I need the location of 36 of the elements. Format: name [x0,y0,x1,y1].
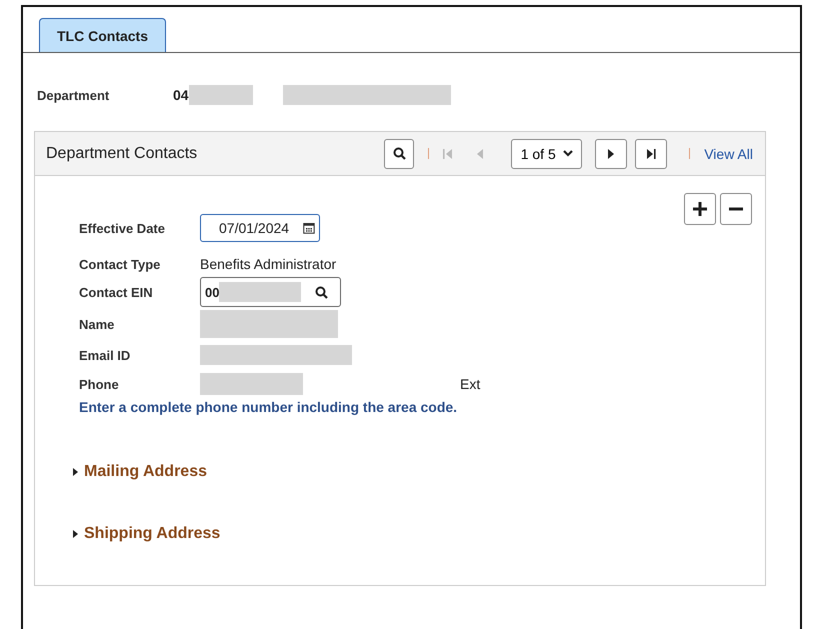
search-icon [315,286,328,298]
separator [689,148,690,159]
redacted-block [188,85,253,105]
lookup-field[interactable]: 00 [200,277,341,307]
field-label: Ext [460,376,480,392]
group-title: Department Contacts [46,144,198,162]
date-field[interactable]: 07/01/2024 [200,214,320,242]
section-link[interactable]: Mailing Address [84,463,207,481]
last-page-icon [646,148,656,160]
field-value: 04 [173,87,189,103]
next-icon [606,148,616,160]
field-label: Phone [79,376,120,392]
section-link[interactable]: Shipping Address [84,525,220,543]
help-text: Enter a complete phone number including the area code. [79,399,458,415]
next-button[interactable] [595,138,628,168]
search-icon [392,147,406,160]
calendar-icon [303,220,315,236]
field-label: Effective Date [79,220,166,236]
search-button[interactable] [384,138,414,168]
first-page-icon [443,148,454,160]
add-row-button[interactable] [684,193,716,225]
view-all-link[interactable]: View All [704,146,753,162]
field-label: Contact EIN [79,284,154,300]
field-label: Name [79,316,116,332]
separator [428,148,430,159]
field-label: Department [37,88,110,102]
previous-icon [475,148,486,160]
field-label: Email ID [79,348,132,362]
delete-row-button[interactable] [720,193,752,225]
chevron-down-icon [562,150,573,157]
page-dropdown[interactable]: 1 of 5 [511,138,582,168]
page-tab[interactable]: TLC Contacts [39,18,166,52]
last-page-button[interactable] [635,138,668,168]
field-label: Contact Type [79,256,162,272]
plus-icon [693,202,707,216]
field-value: Benefits Administrator [200,256,336,272]
